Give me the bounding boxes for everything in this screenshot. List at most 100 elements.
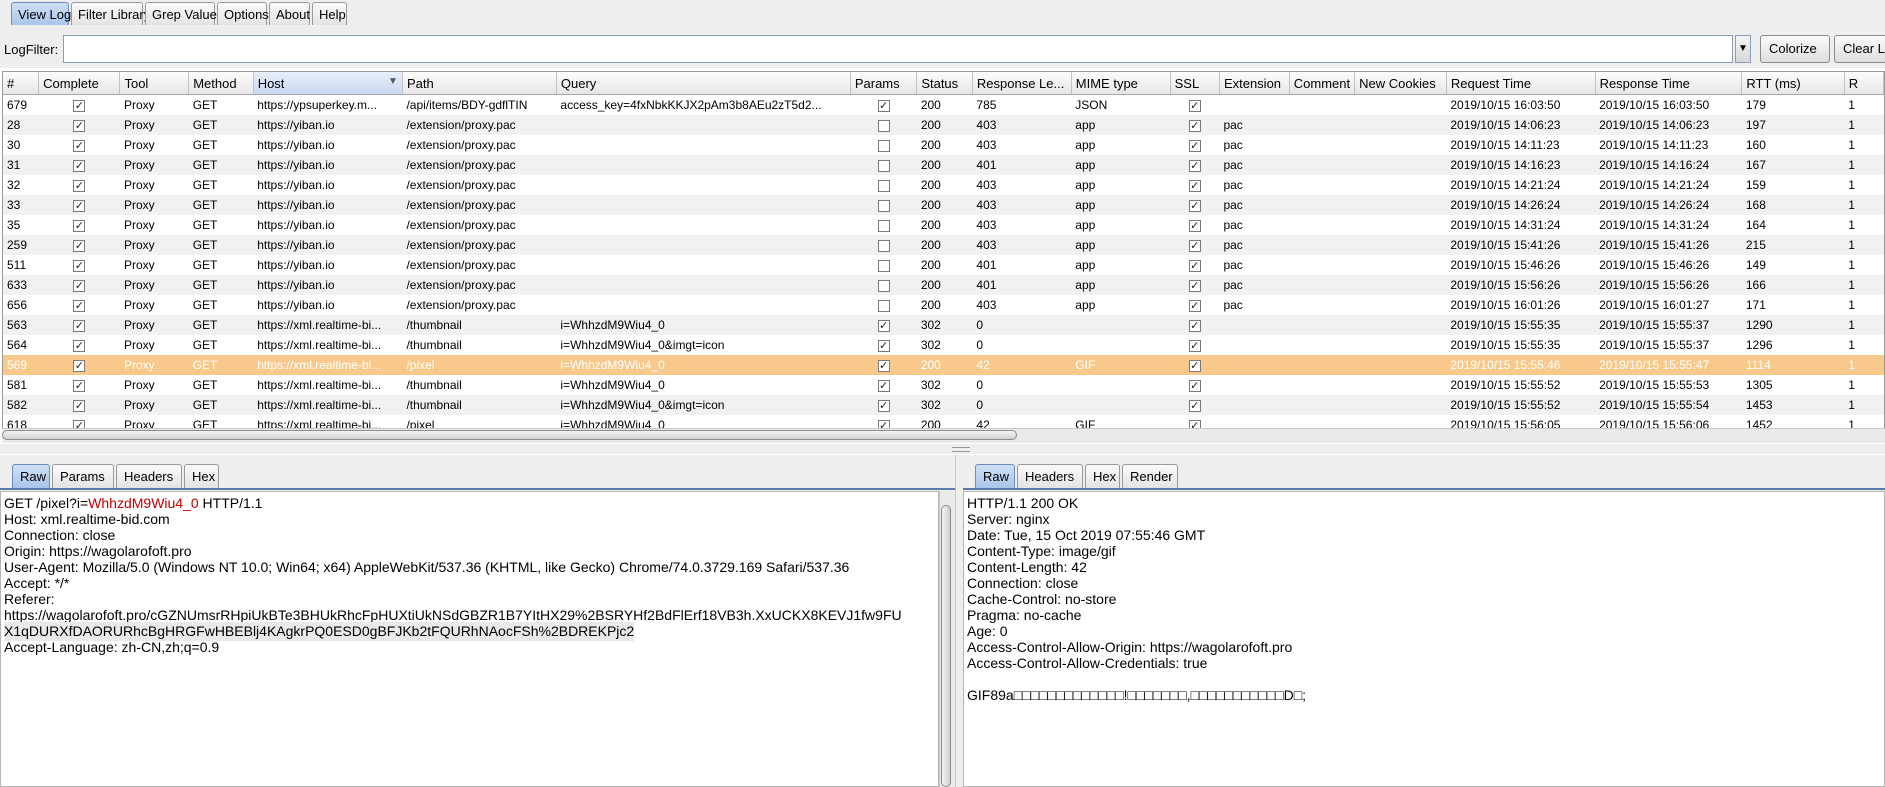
table-cell: app [1071, 235, 1171, 255]
table-row[interactable]: 618 ✓ Proxy GET https://xml.realtime-bi.../p… [3, 415, 1884, 428]
table-row[interactable]: 28 ✓ Proxy GET https://yiban.io/extension/pr… [3, 115, 1884, 135]
table-cell [556, 115, 851, 135]
tab-view-logs[interactable]: View Logs [11, 2, 78, 25]
table-row[interactable]: 32 ✓ Proxy GET https://yiban.io/extension/pr… [3, 175, 1884, 195]
table-row[interactable]: 569 ✓ Proxy GET https://xml.realtime-bi.../p… [3, 355, 1884, 375]
log-table-container[interactable]: # Complete Tool Method Host ▼ Path Query Params S… [2, 71, 1885, 429]
column-header[interactable]: Comment [1289, 72, 1356, 95]
column-header[interactable]: R [1844, 72, 1884, 95]
table-row[interactable]: 679 ✓ Proxy GET https://ypsuperkey.m.../api/… [3, 94, 1884, 115]
chevron-down-icon[interactable]: ▼ [1735, 35, 1751, 63]
column-header-label: SSL [1174, 75, 1200, 91]
table-cell: 2019/10/15 14:21:24 [1446, 175, 1596, 195]
table-row[interactable]: 31 ✓ Proxy GET https://yiban.io/extension/pr… [3, 155, 1884, 175]
colorize-button[interactable]: Colorize [1760, 35, 1830, 63]
column-header[interactable]: SSL [1170, 72, 1220, 95]
table-cell: 200 [916, 295, 973, 315]
table-row[interactable]: 633 ✓ Proxy GET https://yiban.io/extension/p… [3, 275, 1884, 295]
checkbox-checked-icon: ✓ [1188, 199, 1201, 212]
table-cell [1289, 94, 1355, 115]
table-cell [1289, 115, 1355, 135]
tab-help[interactable]: Help [312, 2, 347, 25]
request-tab-headers[interactable]: Headers [116, 464, 182, 488]
checkbox-checked-icon: ✓ [1188, 279, 1201, 292]
request-tab-hex[interactable]: Hex [184, 464, 219, 488]
checkbox-checked-icon: ✓ [73, 139, 86, 152]
column-header[interactable]: Path [402, 72, 557, 95]
table-cell: 149 [1741, 255, 1845, 275]
table-row[interactable]: 564 ✓ Proxy GET https://xml.realtime-bi.../t… [3, 335, 1884, 355]
table-row[interactable]: 259 ✓ Proxy GET https://yiban.io/extension/p… [3, 235, 1884, 255]
table-cell: 197 [1741, 115, 1845, 135]
table-row[interactable]: 581 ✓ Proxy GET https://xml.realtime-bi.../t… [3, 375, 1884, 395]
table-cell: 2019/10/15 14:31:24 [1595, 215, 1742, 235]
table-cell: /extension/proxy.pac [402, 195, 557, 215]
table-row[interactable]: 511 ✓ Proxy GET https://yiban.io/extension/p… [3, 255, 1884, 275]
table-cell: 2019/10/15 14:11:23 [1446, 135, 1596, 155]
table-row[interactable]: 582 ✓ Proxy GET https://xml.realtime-bi.../t… [3, 395, 1884, 415]
column-header[interactable]: Method [188, 72, 254, 95]
tab-grep-values[interactable]: Grep Values [145, 2, 223, 25]
column-header[interactable]: Complete [38, 72, 121, 95]
clear-logs-button[interactable]: Clear L [1834, 35, 1885, 63]
response-tab-headers[interactable]: Headers [1017, 464, 1083, 488]
column-header[interactable]: Query [556, 72, 851, 95]
request-tab-raw[interactable]: Raw [12, 464, 50, 488]
table-cell: pac [1219, 115, 1290, 135]
column-header-label: MIME type [1075, 75, 1138, 91]
table-cell [1289, 415, 1355, 428]
table-cell: 200 [916, 275, 973, 295]
pane-splitter[interactable] [0, 444, 1885, 454]
response-text-area[interactable]: HTTP/1.1 200 OK Server: nginx Date: Tue, 1… [963, 491, 1885, 787]
checkbox-checked-icon: ✓ [73, 299, 86, 312]
column-header[interactable]: Params [850, 72, 918, 95]
table-row[interactable]: 33 ✓ Proxy GET https://yiban.io/extension/pr… [3, 195, 1884, 215]
table-cell: 2019/10/15 14:16:24 [1595, 155, 1742, 175]
table-cell: pac [1219, 235, 1290, 255]
column-header[interactable]: New Cookies [1354, 72, 1447, 95]
tab-about[interactable]: About [269, 2, 310, 25]
column-header[interactable]: Request Time [1446, 72, 1596, 95]
table-cell [1354, 215, 1447, 235]
tab-filter-library[interactable]: Filter Library [71, 2, 150, 25]
table-cell: /thumbnail [402, 335, 557, 355]
table-cell: GET [188, 315, 254, 335]
column-header[interactable]: RTT (ms) [1741, 72, 1845, 95]
table-cell [1219, 375, 1290, 395]
response-tab-render[interactable]: Render [1122, 464, 1178, 488]
request-text-area[interactable]: GET /pixel?i=WhhzdM9Wiu4_0 HTTP/1.1 Host… [0, 491, 939, 787]
table-cell [1354, 115, 1447, 135]
table-row[interactable]: 563 ✓ Proxy GET https://xml.realtime-bi.../t… [3, 315, 1884, 335]
column-header[interactable]: Host ▼ [253, 72, 403, 95]
request-tab-params[interactable]: Params [52, 464, 114, 488]
tab-options[interactable]: Options [217, 2, 269, 25]
checkbox-cell: ✓ [1170, 175, 1220, 195]
column-header[interactable]: # [3, 72, 40, 95]
column-header-label: Status [921, 75, 959, 91]
request-scroll-thumb[interactable] [941, 505, 951, 787]
column-header[interactable]: Status [916, 72, 973, 95]
table-row[interactable]: 656 ✓ Proxy GET https://yiban.io/extension/p… [3, 295, 1884, 315]
table-cell [1354, 135, 1447, 155]
checkbox-checked-icon: ✓ [877, 339, 890, 352]
checkbox-checked-icon: ✓ [1188, 159, 1201, 172]
column-header[interactable]: Response Le... [972, 72, 1072, 95]
column-header[interactable]: Response Time [1595, 72, 1743, 95]
checkbox-cell: ✓ [38, 335, 120, 355]
response-tab-hex[interactable]: Hex [1085, 464, 1120, 488]
column-header[interactable]: Extension [1219, 72, 1290, 95]
checkbox-cell: ✓ [38, 94, 120, 115]
response-tab-raw[interactable]: Raw [975, 464, 1015, 488]
logfilter-input[interactable] [63, 35, 1733, 63]
table-row[interactable]: 35 ✓ Proxy GET https://yiban.io/extension/pr… [3, 215, 1884, 235]
response-line: Access-Control-Allow-Credentials: true [967, 655, 1208, 671]
table-cell: 167 [1741, 155, 1845, 175]
table-cell: https://xml.realtime-bi... [253, 375, 403, 395]
column-header[interactable]: MIME type [1071, 72, 1171, 95]
horizontal-scroll-thumb[interactable] [2, 430, 1017, 440]
column-header[interactable]: Tool [119, 72, 190, 95]
table-row[interactable]: 30 ✓ Proxy GET https://yiban.io/extension/pr… [3, 135, 1884, 155]
table-cell [556, 135, 851, 155]
log-table: # Complete Tool Method Host ▼ Path Query Params S… [3, 72, 1884, 428]
column-header-label: New Cookies [1359, 75, 1436, 91]
